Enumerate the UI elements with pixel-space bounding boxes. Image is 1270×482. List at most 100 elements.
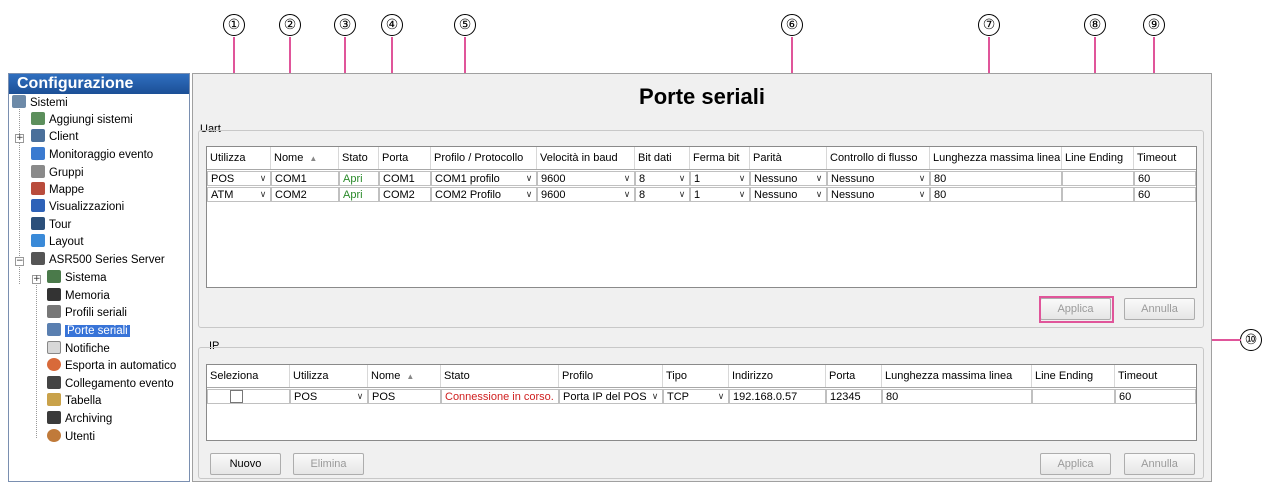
tree-item-archiving[interactable]: Archiving — [47, 411, 112, 428]
tree-item-client[interactable]: Client — [31, 129, 78, 146]
ip-col-profilo[interactable]: Profilo — [559, 365, 663, 387]
ip-col-utilizza[interactable]: Utilizza — [290, 365, 368, 387]
ip-row1-profilo[interactable]: Porta IP del POS ∨ — [559, 389, 663, 404]
tree-item-profili-seriali[interactable]: Profili seriali — [47, 305, 127, 322]
chevron-down-icon[interactable]: ∨ — [676, 188, 688, 201]
expand-client[interactable]: + — [15, 134, 24, 143]
ip-col-timeout[interactable]: Timeout — [1115, 365, 1196, 387]
uart-row1-bit-dati[interactable]: 8 ∨ — [635, 171, 690, 186]
uart-row2-lunghezza[interactable]: 80 — [930, 187, 1062, 202]
tree-item-memoria[interactable]: Memoria — [47, 288, 110, 305]
uart-col-bit-dati[interactable]: Bit dati — [635, 147, 690, 169]
chevron-down-icon[interactable]: ∨ — [916, 172, 928, 185]
chevron-down-icon[interactable]: ∨ — [813, 172, 825, 185]
uart-col-lunghezza[interactable]: Lunghezza massima linea — [930, 147, 1062, 169]
chevron-down-icon[interactable]: ∨ — [736, 172, 748, 185]
chevron-down-icon[interactable]: ∨ — [354, 390, 366, 403]
uart-row1-parita[interactable]: Nessuno ∨ — [750, 171, 827, 186]
tree-item-visualizzazioni[interactable]: Visualizzazioni — [31, 199, 124, 216]
chevron-down-icon[interactable]: ∨ — [621, 188, 633, 201]
chevron-down-icon[interactable]: ∨ — [916, 188, 928, 201]
uart-row1-line-ending[interactable] — [1062, 171, 1134, 186]
uart-row1-ferma-bit[interactable]: 1 ∨ — [690, 171, 750, 186]
tree-item-porte-seriali[interactable]: Porte seriali — [47, 323, 130, 340]
uart-col-profilo[interactable]: Profilo / Protocollo — [431, 147, 537, 169]
uart-row2-ferma-bit[interactable]: 1 ∨ — [690, 187, 750, 202]
select-checkbox[interactable] — [230, 390, 243, 403]
tree-item-layout[interactable]: Layout — [31, 234, 84, 251]
tree-item-sistema[interactable]: Sistema — [47, 270, 107, 287]
tree-item-aggiungi-sistemi[interactable]: Aggiungi sistemi — [31, 112, 133, 129]
uart-row1-utilizza[interactable]: POS ∨ — [207, 171, 271, 186]
uart-row2-parita[interactable]: Nessuno ∨ — [750, 187, 827, 202]
ip-col-seleziona[interactable]: Seleziona — [207, 365, 290, 387]
chevron-down-icon[interactable]: ∨ — [715, 390, 727, 403]
expand-sistema[interactable]: + — [32, 275, 41, 284]
chevron-down-icon[interactable]: ∨ — [676, 172, 688, 185]
ip-col-nome[interactable]: Nome ▲ — [368, 365, 441, 387]
tree-item-tour[interactable]: Tour — [31, 217, 71, 234]
ip-row1-lunghezza[interactable]: 80 — [882, 389, 1032, 404]
tree-item-sistemi[interactable]: Sistemi — [12, 95, 68, 112]
tree-item-monitoraggio-evento[interactable]: Monitoraggio evento — [31, 147, 153, 164]
chevron-down-icon[interactable]: ∨ — [523, 188, 535, 201]
tree-item-utenti[interactable]: Utenti — [47, 429, 95, 446]
ip-col-lunghezza[interactable]: Lunghezza massima linea — [882, 365, 1032, 387]
tree-item-tabella[interactable]: Tabella — [47, 393, 101, 410]
ip-row1-line-ending[interactable] — [1032, 389, 1115, 404]
uart-row2-line-ending[interactable] — [1062, 187, 1134, 202]
chevron-down-icon[interactable]: ∨ — [736, 188, 748, 201]
chevron-down-icon[interactable]: ∨ — [257, 188, 269, 201]
new-button[interactable]: Nuovo — [210, 453, 281, 475]
ip-row1-timeout[interactable]: 60 — [1115, 389, 1196, 404]
ip-cancel-button[interactable]: Annulla — [1124, 453, 1195, 475]
ip-row1-utilizza[interactable]: POS ∨ — [290, 389, 368, 404]
tree-item-notifiche[interactable]: Notifiche — [47, 341, 110, 358]
tree-item-gruppi[interactable]: Gruppi — [31, 165, 84, 182]
uart-col-controllo-flusso[interactable]: Controllo di flusso — [827, 147, 930, 169]
uart-col-timeout[interactable]: Timeout — [1134, 147, 1196, 169]
uart-cancel-button[interactable]: Annulla — [1124, 298, 1195, 320]
uart-row2-profilo[interactable]: COM2 Profilo ∨ — [431, 187, 537, 202]
ip-row1-nome[interactable]: POS — [368, 389, 441, 404]
ip-row1-indirizzo[interactable]: 192.168.0.57 — [729, 389, 826, 404]
ip-col-porta[interactable]: Porta — [826, 365, 882, 387]
uart-row1-velocita[interactable]: 9600 ∨ — [537, 171, 635, 186]
uart-col-ferma-bit[interactable]: Ferma bit — [690, 147, 750, 169]
delete-button[interactable]: Elimina — [293, 453, 364, 475]
chevron-down-icon[interactable]: ∨ — [813, 188, 825, 201]
uart-row2-timeout[interactable]: 60 — [1134, 187, 1196, 202]
uart-col-nome[interactable]: Nome ▲ — [271, 147, 339, 169]
chevron-down-icon[interactable]: ∨ — [649, 390, 661, 403]
ip-row1-tipo[interactable]: TCP ∨ — [663, 389, 729, 404]
uart-col-parita[interactable]: Parità — [750, 147, 827, 169]
ip-col-indirizzo[interactable]: Indirizzo — [729, 365, 826, 387]
uart-row2-velocita[interactable]: 9600 ∨ — [537, 187, 635, 202]
chevron-down-icon[interactable]: ∨ — [523, 172, 535, 185]
uart-row2-utilizza[interactable]: ATM ∨ — [207, 187, 271, 202]
ip-apply-button[interactable]: Applica — [1040, 453, 1111, 475]
uart-row2-bit-dati[interactable]: 8 ∨ — [635, 187, 690, 202]
tree-item-asr500-server[interactable]: ASR500 Series Server — [31, 252, 165, 269]
uart-row1-timeout[interactable]: 60 — [1134, 171, 1196, 186]
ip-row1-porta[interactable]: 12345 — [826, 389, 882, 404]
tree-item-mappe[interactable]: Mappe — [31, 182, 84, 199]
chevron-down-icon[interactable]: ∨ — [257, 172, 269, 185]
uart-row1-profilo[interactable]: COM1 profilo ∨ — [431, 171, 537, 186]
tree-item-esporta-automatico[interactable]: Esporta in automatico — [47, 358, 176, 375]
uart-row1-lunghezza[interactable]: 80 — [930, 171, 1062, 186]
ip-col-stato[interactable]: Stato — [441, 365, 559, 387]
ip-col-line-ending[interactable]: Line Ending — [1032, 365, 1115, 387]
apply-highlight — [1039, 296, 1114, 323]
uart-row2-controllo-flusso[interactable]: Nessuno ∨ — [827, 187, 930, 202]
uart-col-porta[interactable]: Porta — [379, 147, 431, 169]
uart-col-velocita[interactable]: Velocità in baud — [537, 147, 635, 169]
uart-col-stato[interactable]: Stato — [339, 147, 379, 169]
uart-col-line-ending[interactable]: Line Ending — [1062, 147, 1134, 169]
uart-col-utilizza[interactable]: Utilizza — [207, 147, 271, 169]
ip-col-tipo[interactable]: Tipo — [663, 365, 729, 387]
uart-row1-controllo-flusso[interactable]: Nessuno ∨ — [827, 171, 930, 186]
tree-item-collegamento-evento[interactable]: Collegamento evento — [47, 376, 174, 393]
chevron-down-icon[interactable]: ∨ — [621, 172, 633, 185]
collapse-server[interactable]: − — [15, 257, 24, 266]
